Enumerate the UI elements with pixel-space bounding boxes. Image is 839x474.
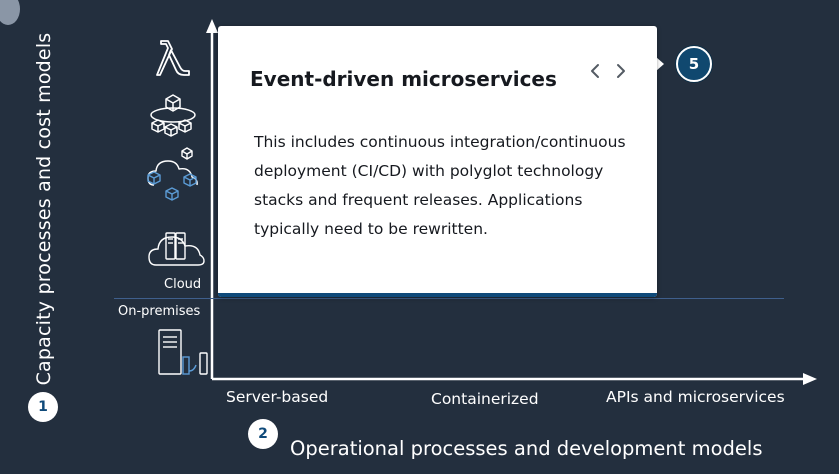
cloud-onprem-divider	[114, 298, 784, 299]
popover-body: This includes continuous integration/con…	[254, 133, 626, 238]
info-popover: Event-driven microservices This includes…	[218, 26, 657, 297]
cloud-network-icon	[147, 147, 198, 201]
previous-button[interactable]	[584, 60, 606, 82]
chevron-right-icon	[617, 64, 625, 78]
marker-5-button[interactable]: 5	[676, 46, 712, 82]
x-axis-label: Operational processes and development mo…	[290, 437, 763, 460]
marker-2-button[interactable]: 2	[248, 419, 278, 449]
popover-title: Event-driven microservices	[250, 67, 557, 91]
x-axis-arrow	[803, 373, 817, 385]
popover-pointer	[656, 57, 664, 71]
on-premises-server-icon	[158, 329, 208, 375]
cloud-label: Cloud	[164, 277, 202, 292]
chevron-left-icon	[591, 64, 599, 78]
y-axis-arrow	[206, 19, 218, 33]
marker-1-button[interactable]: 1	[28, 392, 58, 422]
lambda-icon	[156, 40, 190, 76]
x-tick-server-based: Server-based	[226, 388, 329, 406]
next-button[interactable]	[610, 60, 632, 82]
x-tick-apis-microservices: APIs and microservices	[606, 388, 785, 406]
x-tick-containerized: Containerized	[431, 390, 539, 408]
container-cluster-icon	[150, 94, 196, 137]
cloud-server-icon	[148, 232, 205, 266]
diagram-canvas: Capacity processes and cost models Cloud…	[0, 0, 837, 471]
on-premises-label: On-premises	[118, 304, 201, 319]
